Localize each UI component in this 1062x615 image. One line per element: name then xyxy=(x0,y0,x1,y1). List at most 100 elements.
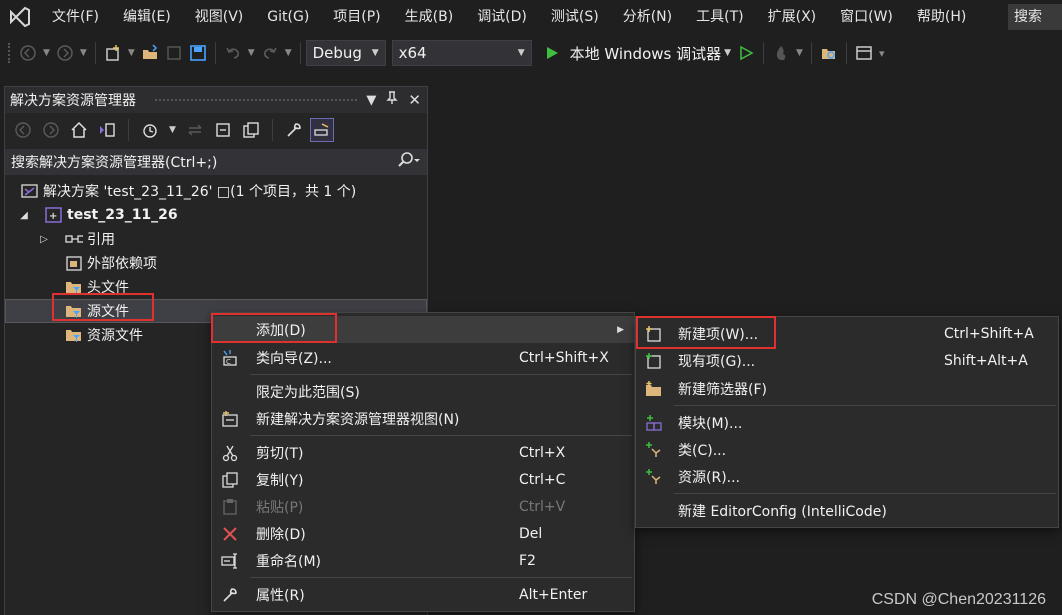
tree-solution-node[interactable]: 解决方案 'test_23_11_26' □(1 个项目，共 1 个) xyxy=(21,179,356,203)
find-in-files-icon[interactable] xyxy=(817,41,841,65)
show-all-files-icon[interactable] xyxy=(239,118,263,142)
chevron-down-icon[interactable]: ▼ xyxy=(796,48,803,58)
class-icon xyxy=(644,440,664,460)
hot-reload-icon[interactable] xyxy=(769,41,793,65)
collapsed-triangle-icon[interactable]: ▷ xyxy=(37,234,51,245)
collapse-all-icon[interactable] xyxy=(211,118,235,142)
new-folder-icon xyxy=(644,379,664,399)
home-icon[interactable] xyxy=(67,118,91,142)
undo-icon[interactable] xyxy=(221,41,245,65)
add-submenu: 新建项(W)... Ctrl+Shift+A 现有项(G)... Shift+A… xyxy=(635,316,1059,528)
menu-help[interactable]: 帮助(H) xyxy=(905,0,978,34)
properties-wrench-icon[interactable] xyxy=(282,118,306,142)
menu-item-delete[interactable]: 删除(D) Del xyxy=(212,520,634,547)
menu-item-copy[interactable]: 复制(Y) Ctrl+C xyxy=(212,466,634,493)
tree-project-node[interactable]: ◢ + test_23_11_26 xyxy=(17,203,178,227)
chevron-down-icon[interactable]: ▼ xyxy=(80,48,87,58)
visual-studio-logo-icon[interactable] xyxy=(0,0,40,34)
save-all-icon[interactable] xyxy=(186,41,210,65)
menu-item-class-wizard[interactable]: C 类向导(Z)... Ctrl+Shift+X xyxy=(212,344,634,371)
menu-extensions[interactable]: 扩展(X) xyxy=(756,0,829,34)
menu-item-scope[interactable]: 限定为此范围(S) xyxy=(212,378,634,405)
toolbar-separator xyxy=(763,42,765,64)
menu-item-existing-item[interactable]: 现有项(G)... Shift+Alt+A xyxy=(636,347,1058,374)
paste-shortcut: Ctrl+V xyxy=(519,498,566,515)
solution-explorer-search[interactable]: 搜索解决方案资源管理器(Ctrl+;) xyxy=(5,149,427,175)
pending-changes-filter-icon[interactable] xyxy=(138,118,162,142)
menu-item-editorconfig[interactable]: 新建 EditorConfig (IntelliCode) xyxy=(636,497,1058,524)
search-box[interactable]: 搜索 xyxy=(1008,4,1062,30)
search-icon[interactable] xyxy=(397,152,421,172)
redo-icon[interactable] xyxy=(258,41,282,65)
navigate-forward-icon[interactable] xyxy=(53,41,77,65)
chevron-down-icon[interactable]: ▼ xyxy=(724,48,731,58)
menu-item-rename[interactable]: 重命名(M) F2 xyxy=(212,547,634,574)
window-layout-icon[interactable] xyxy=(852,41,876,65)
menu-test[interactable]: 测试(S) xyxy=(539,0,611,34)
back-icon[interactable] xyxy=(11,118,35,142)
existing-item-icon xyxy=(644,351,664,371)
menu-window[interactable]: 窗口(W) xyxy=(828,0,905,34)
tree-resource-files-node[interactable]: 资源文件 xyxy=(65,323,143,347)
watermark: CSDN @Chen20231126 xyxy=(871,591,1046,608)
open-file-icon[interactable] xyxy=(138,41,162,65)
menu-debug[interactable]: 调试(D) xyxy=(465,0,539,34)
chevron-down-icon[interactable]: ▼ xyxy=(128,48,135,58)
platform-dropdown[interactable]: x64 ▼ xyxy=(391,40,532,66)
module-icon xyxy=(644,413,664,433)
menu-file[interactable]: 文件(F) xyxy=(40,0,111,34)
start-without-debugging-icon[interactable] xyxy=(734,41,758,65)
chevron-down-icon[interactable]: ▼ xyxy=(285,48,292,58)
toolbar-separator xyxy=(845,42,847,64)
sync-with-active-document-icon[interactable] xyxy=(183,118,207,142)
switch-views-icon[interactable] xyxy=(95,118,119,142)
chevron-down-icon[interactable]: ▼ xyxy=(169,125,176,135)
tree-references-node[interactable]: ▷ 引用 xyxy=(37,227,115,251)
filter-folder-icon xyxy=(65,302,83,320)
menu-view[interactable]: 视图(V) xyxy=(183,0,256,34)
expanded-triangle-icon[interactable]: ◢ xyxy=(17,210,31,221)
chevron-down-icon[interactable]: ▼ xyxy=(248,48,255,58)
delete-label: 删除(D) xyxy=(256,526,306,543)
menu-item-add[interactable]: 添加(D) ▶ xyxy=(212,316,634,343)
class-wizard-shortcut: Ctrl+Shift+X xyxy=(519,349,609,366)
preview-selected-items-icon[interactable] xyxy=(309,118,334,142)
window-position-icon[interactable]: ▼ xyxy=(366,93,376,108)
menu-git[interactable]: Git(G) xyxy=(255,0,321,34)
configuration-dropdown[interactable]: Debug ▼ xyxy=(305,40,386,66)
tree-external-deps-node[interactable]: 外部依赖项 xyxy=(65,251,157,275)
navigate-back-icon[interactable] xyxy=(16,41,40,65)
menu-edit[interactable]: 编辑(E) xyxy=(111,0,183,34)
menu-item-resource[interactable]: 资源(R)... xyxy=(636,463,1058,490)
titlebar-grip xyxy=(155,99,357,101)
menu-item-new-item[interactable]: 新建项(W)... Ctrl+Shift+A xyxy=(636,320,1058,347)
save-icon[interactable] xyxy=(162,41,186,65)
forward-icon[interactable] xyxy=(39,118,63,142)
menu-analyze[interactable]: 分析(N) xyxy=(611,0,684,34)
new-item-icon xyxy=(644,324,664,344)
start-debugging-icon[interactable] xyxy=(540,41,564,65)
menu-tools[interactable]: 工具(T) xyxy=(684,0,755,34)
resource-files-label: 资源文件 xyxy=(87,328,143,344)
delete-shortcut: Del xyxy=(519,525,543,542)
paste-label: 粘贴(P) xyxy=(256,499,304,516)
menu-item-new-view[interactable]: 新建解决方案资源管理器视图(N) xyxy=(212,405,634,432)
paste-icon xyxy=(220,497,240,517)
menu-item-properties[interactable]: 属性(R) Alt+Enter xyxy=(212,581,634,608)
toolbar-overflow-icon[interactable]: ▾ xyxy=(879,47,885,60)
chevron-down-icon[interactable]: ▼ xyxy=(43,48,50,58)
tree-header-files-node[interactable]: 头文件 xyxy=(65,275,129,299)
pin-icon[interactable] xyxy=(386,91,399,109)
menu-item-module[interactable]: 模块(M)... xyxy=(636,409,1058,436)
menu-build[interactable]: 生成(B) xyxy=(393,0,466,34)
start-debugging-button[interactable]: 本地 Windows 调试器 xyxy=(570,43,722,64)
scissors-icon xyxy=(220,443,240,463)
menu-project[interactable]: 项目(P) xyxy=(321,0,392,34)
menu-item-cut[interactable]: 剪切(T) Ctrl+X xyxy=(212,439,634,466)
menu-item-new-filter[interactable]: 新建筛选器(F) xyxy=(636,375,1058,402)
new-project-icon[interactable] xyxy=(101,41,125,65)
toolbar-grip[interactable] xyxy=(8,43,12,63)
close-icon[interactable]: ✕ xyxy=(408,91,421,109)
menu-item-paste[interactable]: 粘贴(P) Ctrl+V xyxy=(212,493,634,520)
menu-item-class[interactable]: 类(C)... xyxy=(636,436,1058,463)
